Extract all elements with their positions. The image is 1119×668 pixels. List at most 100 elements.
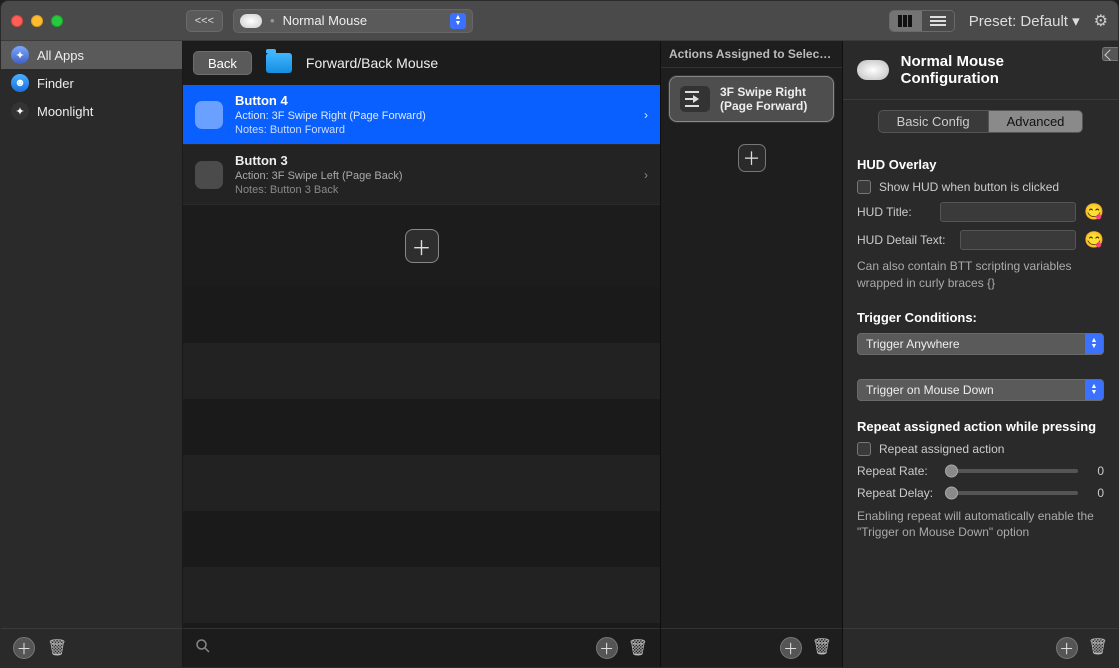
action-title-line2: (Page Forward) [720, 99, 807, 113]
repeat-delay-label: Repeat Delay: [857, 486, 937, 500]
hud-section-heading: HUD Overlay [857, 157, 1104, 172]
button-swatch-icon [195, 161, 223, 189]
mouse-icon [857, 60, 889, 80]
close-window-icon[interactable] [11, 15, 23, 27]
chevron-updown-icon: ▲▼ [450, 13, 466, 29]
sidebar-item-finder[interactable]: ☻ Finder [1, 69, 182, 97]
triggers-footer: ＋ 🗑 [183, 628, 660, 667]
add-action-button[interactable]: ＋ [738, 144, 766, 172]
trigger-notes: Notes: Button Forward [235, 124, 426, 136]
trigger-row[interactable]: Button 3 Action: 3F Swipe Left (Page Bac… [183, 145, 660, 205]
hud-title-field[interactable] [940, 202, 1076, 222]
chevron-updown-icon: ▲▼ [1085, 334, 1103, 354]
back-button[interactable]: Back [193, 51, 252, 75]
chevron-right-icon: › [644, 108, 648, 122]
trigger-anywhere-select[interactable]: Trigger Anywhere ▲▼ [857, 333, 1104, 355]
actions-header: Actions Assigned to Selected… [661, 41, 842, 68]
hud-detail-label: HUD Detail Text: [857, 233, 952, 247]
button-swatch-icon [195, 101, 223, 129]
add-trigger-button[interactable]: ＋ [405, 229, 439, 263]
actions-column: Actions Assigned to Selected… 3F Swipe R… [661, 41, 843, 667]
window-traffic-lights [11, 15, 63, 27]
trigger-timing-value: Trigger on Mouse Down [866, 383, 994, 397]
minimize-window-icon[interactable] [31, 15, 43, 27]
mouse-icon [240, 14, 262, 28]
add-action-footer-button[interactable]: ＋ [780, 637, 802, 659]
emoji-picker-icon[interactable]: 😋 [1084, 202, 1104, 222]
sidebar-item-label: All Apps [37, 48, 84, 63]
add-app-button[interactable]: ＋ [13, 637, 35, 659]
list-view-icon[interactable] [922, 11, 954, 31]
repeat-rate-value: 0 [1086, 464, 1104, 478]
title-bar: <<< • Normal Mouse ▲▼ Preset: Default ▾ … [1, 1, 1118, 41]
sidebar-item-label: Finder [37, 76, 74, 91]
show-hud-label: Show HUD when button is clicked [879, 180, 1059, 194]
add-trigger-footer-button[interactable]: ＋ [596, 637, 618, 659]
repeat-delay-value: 0 [1086, 486, 1104, 500]
swipe-right-icon [680, 86, 710, 112]
folder-title: Forward/Back Mouse [306, 55, 438, 71]
zoom-window-icon[interactable] [51, 15, 63, 27]
trigger-conditions-heading: Trigger Conditions: [857, 310, 1104, 325]
trigger-timing-select[interactable]: Trigger on Mouse Down ▲▼ [857, 379, 1104, 401]
inspector-column: Normal Mouse Configuration Basic Config … [843, 41, 1118, 667]
show-hud-checkbox[interactable] [857, 180, 871, 194]
chevron-right-icon: › [644, 168, 648, 182]
finder-icon: ☻ [11, 74, 29, 92]
device-selector-label: Normal Mouse [283, 13, 368, 28]
trigger-action: Action: 3F Swipe Left (Page Back) [235, 170, 403, 182]
sidebar-footer: ＋ 🗑 [1, 628, 182, 667]
hud-detail-field[interactable] [960, 230, 1076, 250]
globe-icon: ✦ [11, 46, 29, 64]
collapse-inspector-icon[interactable] [1102, 47, 1118, 61]
column-view-icon[interactable] [890, 11, 922, 31]
delete-inspector-button[interactable]: 🗑 [1088, 637, 1108, 659]
inspector-header: Normal Mouse Configuration [843, 41, 1118, 100]
empty-rows-background [183, 287, 660, 628]
chevron-updown-icon: ▲▼ [1085, 380, 1103, 400]
repeat-rate-slider[interactable] [945, 469, 1078, 473]
trigger-notes: Notes: Button 3 Back [235, 184, 403, 196]
add-inspector-button[interactable]: ＋ [1056, 637, 1078, 659]
repeat-action-checkbox[interactable] [857, 442, 871, 456]
sidebar-item-moonlight[interactable]: ✦ Moonlight [1, 97, 182, 125]
tab-advanced[interactable]: Advanced [989, 110, 1084, 133]
repeat-section-heading: Repeat assigned action while pressing [857, 419, 1104, 434]
triggers-column: Back Forward/Back Mouse Button 4 Action:… [183, 41, 661, 667]
actions-footer: ＋ 🗑 [661, 628, 842, 667]
emoji-picker-icon[interactable]: 😋 [1084, 230, 1104, 250]
app-sidebar: ✦ All Apps ☻ Finder ✦ Moonlight ＋ 🗑 [1, 41, 183, 667]
delete-trigger-button[interactable]: 🗑 [628, 638, 648, 658]
hud-hint: Can also contain BTT scripting variables… [857, 258, 1104, 292]
delete-action-button[interactable]: 🗑 [812, 637, 832, 659]
main-body: ✦ All Apps ☻ Finder ✦ Moonlight ＋ 🗑 Back… [1, 41, 1118, 667]
trigger-action: Action: 3F Swipe Right (Page Forward) [235, 110, 426, 122]
inspector-footer: ＋ 🗑 [843, 628, 1118, 667]
trigger-anywhere-value: Trigger Anywhere [866, 337, 960, 351]
folder-icon [266, 53, 292, 73]
search-icon[interactable] [195, 638, 211, 659]
collapse-sidebar-label: <<< [195, 15, 214, 27]
slider-thumb-icon[interactable] [945, 464, 958, 477]
trigger-title: Button 4 [235, 93, 426, 108]
sidebar-item-all-apps[interactable]: ✦ All Apps [1, 41, 182, 69]
repeat-delay-slider[interactable] [945, 491, 1078, 495]
action-card[interactable]: 3F Swipe Right (Page Forward) [669, 76, 834, 122]
tab-basic-config[interactable]: Basic Config [878, 110, 989, 133]
device-selector-dropdown[interactable]: • Normal Mouse ▲▼ [233, 9, 473, 33]
sidebar-item-label: Moonlight [37, 104, 93, 119]
gear-icon[interactable]: ⚙ [1094, 11, 1108, 31]
config-tabs: Basic Config Advanced [843, 100, 1118, 143]
preset-dropdown[interactable]: Preset: Default ▾ [969, 12, 1080, 30]
view-mode-segmented[interactable] [889, 10, 955, 32]
action-title-line1: 3F Swipe Right [720, 85, 807, 99]
trigger-row[interactable]: Button 4 Action: 3F Swipe Right (Page Fo… [183, 85, 660, 145]
inspector-body: HUD Overlay Show HUD when button is clic… [843, 143, 1118, 561]
delete-app-button[interactable]: 🗑 [47, 638, 67, 658]
collapse-sidebar-button[interactable]: <<< [186, 10, 223, 32]
slider-thumb-icon[interactable] [945, 486, 958, 499]
app-window: <<< • Normal Mouse ▲▼ Preset: Default ▾ … [0, 0, 1119, 668]
triggers-header: Back Forward/Back Mouse [183, 41, 660, 85]
inspector-title: Normal Mouse Configuration [901, 53, 1104, 87]
trigger-title: Button 3 [235, 153, 403, 168]
